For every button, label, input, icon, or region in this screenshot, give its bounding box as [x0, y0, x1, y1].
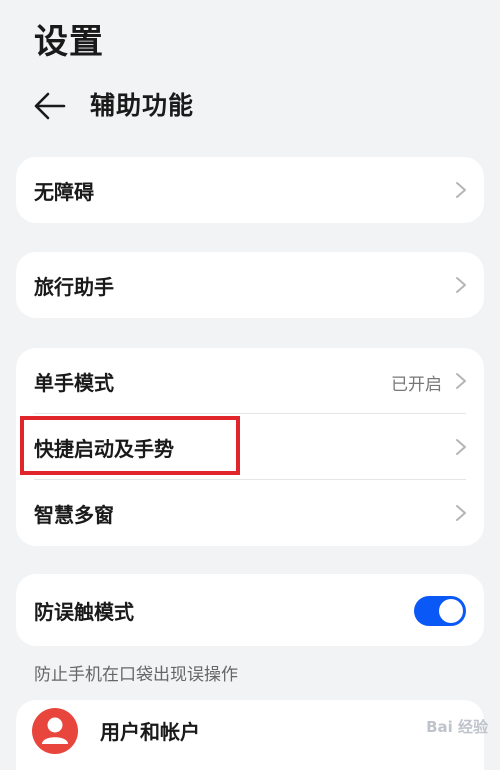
list-item-label: 防误触模式 — [34, 599, 134, 624]
list-item-accessibility[interactable]: 无障碍 — [16, 157, 484, 223]
chevron-right-icon — [456, 277, 466, 293]
list-item-one-hand-mode[interactable]: 单手模式 已开启 — [16, 348, 484, 414]
hint-text: 防止手机在口袋出现误操作 — [34, 665, 238, 685]
list-item-mistouch-mode[interactable]: 防误触模式 — [16, 574, 484, 646]
card-mistouch: 防误触模式 — [16, 574, 484, 646]
card-travel: 旅行助手 — [16, 252, 484, 318]
list-item-label: 单手模式 — [34, 370, 114, 395]
back-button[interactable] — [28, 84, 72, 128]
page-title: 设置 — [34, 22, 104, 62]
arrow-left-icon — [34, 92, 66, 120]
chevron-right-icon — [456, 505, 466, 521]
chevron-right-icon — [456, 373, 466, 389]
list-item-label: 旅行助手 — [34, 274, 114, 299]
toggle-knob — [439, 599, 463, 623]
highlight-box — [20, 416, 240, 475]
chevron-right-icon — [456, 439, 466, 455]
card-accessibility: 无障碍 — [16, 157, 484, 223]
header-title: 辅助功能 — [90, 91, 195, 120]
chevron-right-icon — [456, 182, 466, 198]
list-item-travel-assistant[interactable]: 旅行助手 — [16, 252, 484, 318]
mistouch-toggle[interactable] — [414, 596, 466, 626]
list-item-label: 无障碍 — [34, 179, 94, 204]
list-item-user-accounts[interactable]: 用户和帐户 — [100, 716, 200, 745]
status-text: 已开启 — [391, 375, 442, 395]
list-item-smart-multiwindow[interactable]: 智慧多窗 — [16, 480, 484, 546]
watermark: Bai 经验 — [426, 718, 488, 736]
user-icon — [32, 708, 78, 754]
header-bar: 辅助功能 — [0, 78, 500, 134]
list-item-label: 智慧多窗 — [34, 502, 114, 527]
card-account — [16, 700, 484, 770]
